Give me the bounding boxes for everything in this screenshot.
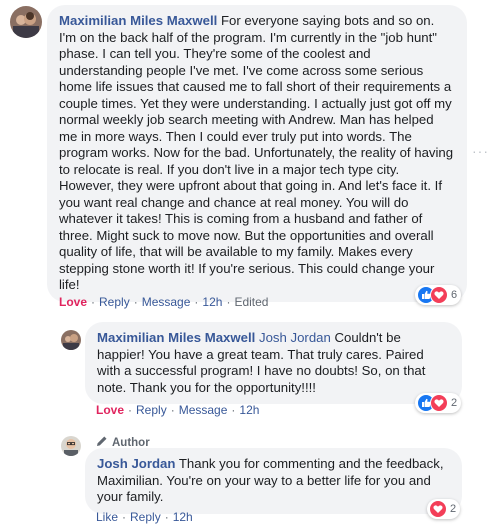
comment-author[interactable]: Josh Jordan [97,456,175,471]
message-link[interactable]: Message [179,403,228,417]
timestamp[interactable]: 12h [202,295,222,309]
comment-bubble: Maximilian Miles Maxwell For everyone sa… [47,5,467,302]
more-options-icon[interactable]: ··· [472,143,489,159]
comment-author[interactable]: Maximilian Miles Maxwell [59,13,217,28]
comment-text: For everyone saying bots and so on. I'm … [59,13,454,292]
reaction-count: 2 [450,503,457,515]
reaction-summary[interactable]: 2 [415,393,462,413]
heart-reaction-icon [430,286,448,304]
love-button[interactable]: Love [96,403,124,417]
heart-reaction-icon [429,500,447,518]
message-link[interactable]: Message [142,295,191,309]
heart-reaction-icon [430,394,448,412]
reply-link[interactable]: Reply [136,403,167,417]
reply-link[interactable]: Reply [130,510,161,524]
love-button[interactable]: Love [59,295,87,309]
reply-bubble: Maximilian Miles Maxwell Josh Jordan Cou… [85,322,462,404]
like-link[interactable]: Like [96,510,118,524]
comment-actions: Love · Reply · Message · 12h [96,403,260,417]
author-badge-label: Author [112,436,150,449]
avatar[interactable] [10,6,42,38]
edited-label[interactable]: Edited [234,295,268,309]
reaction-count: 6 [451,289,458,301]
reaction-summary[interactable]: 2 [427,499,461,519]
comment-actions: Love · Reply · Message · 12h · Edited [59,295,269,309]
avatar[interactable] [61,436,81,456]
timestamp[interactable]: 12h [173,510,193,524]
avatar[interactable] [61,330,81,350]
reply-bubble: Josh Jordan Thank you for commenting and… [85,448,462,514]
reply-link[interactable]: Reply [99,295,130,309]
reaction-summary[interactable]: 6 [415,285,462,305]
comment-author[interactable]: Maximilian Miles Maxwell [97,330,255,345]
reaction-count: 2 [451,397,458,409]
comment-actions: Like · Reply · 12h [96,510,193,524]
mention-link[interactable]: Josh Jordan [259,330,331,345]
timestamp[interactable]: 12h [239,403,259,417]
